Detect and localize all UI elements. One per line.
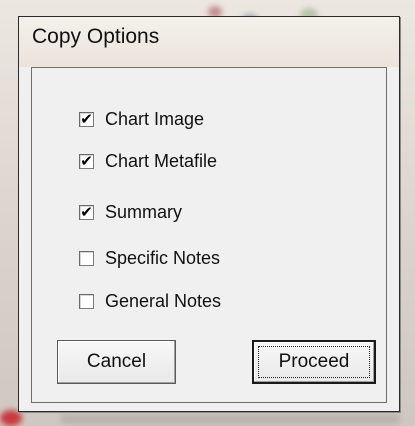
option-general-notes[interactable]: General Notes bbox=[79, 286, 221, 316]
chart-image-label: Chart Image bbox=[105, 108, 205, 129]
general-notes-label: General Notes bbox=[105, 290, 222, 311]
checkmark-icon: ✔ bbox=[80, 109, 93, 128]
checkmark-icon: ✔ bbox=[80, 202, 93, 221]
option-specific-notes[interactable]: Specific Notes bbox=[79, 243, 220, 273]
cancel-button[interactable]: Cancel bbox=[57, 340, 176, 384]
specific-notes-checkbox[interactable] bbox=[79, 250, 94, 266]
background-blur bbox=[60, 414, 400, 424]
dialog-titlebar[interactable]: Copy Options bbox=[19, 17, 399, 67]
chart-image-checkbox[interactable]: ✔ bbox=[79, 109, 94, 128]
option-chart-metafile[interactable]: ✔ Chart Metafile bbox=[79, 146, 217, 176]
background-blur bbox=[0, 410, 22, 426]
specific-notes-label: Specific Notes bbox=[105, 247, 221, 268]
general-notes-checkbox[interactable] bbox=[79, 293, 94, 309]
chart-metafile-label: Chart Metafile bbox=[105, 150, 218, 171]
option-chart-image[interactable]: ✔ Chart Image bbox=[79, 104, 204, 134]
copy-options-dialog: Copy Options ✔ Chart Image ✔ Chart Metaf… bbox=[18, 16, 400, 412]
option-summary[interactable]: ✔ Summary bbox=[79, 197, 182, 227]
checkmark-icon: ✔ bbox=[80, 151, 93, 170]
dialog-title: Copy Options bbox=[32, 25, 160, 48]
chart-metafile-checkbox[interactable]: ✔ bbox=[79, 151, 94, 170]
dialog-body: ✔ Chart Image ✔ Chart Metafile ✔ Summary… bbox=[31, 67, 387, 403]
summary-checkbox[interactable]: ✔ bbox=[79, 202, 94, 221]
summary-label: Summary bbox=[105, 201, 183, 222]
proceed-button[interactable]: Proceed bbox=[252, 340, 376, 384]
proceed-button-label: Proceed bbox=[278, 351, 350, 372]
